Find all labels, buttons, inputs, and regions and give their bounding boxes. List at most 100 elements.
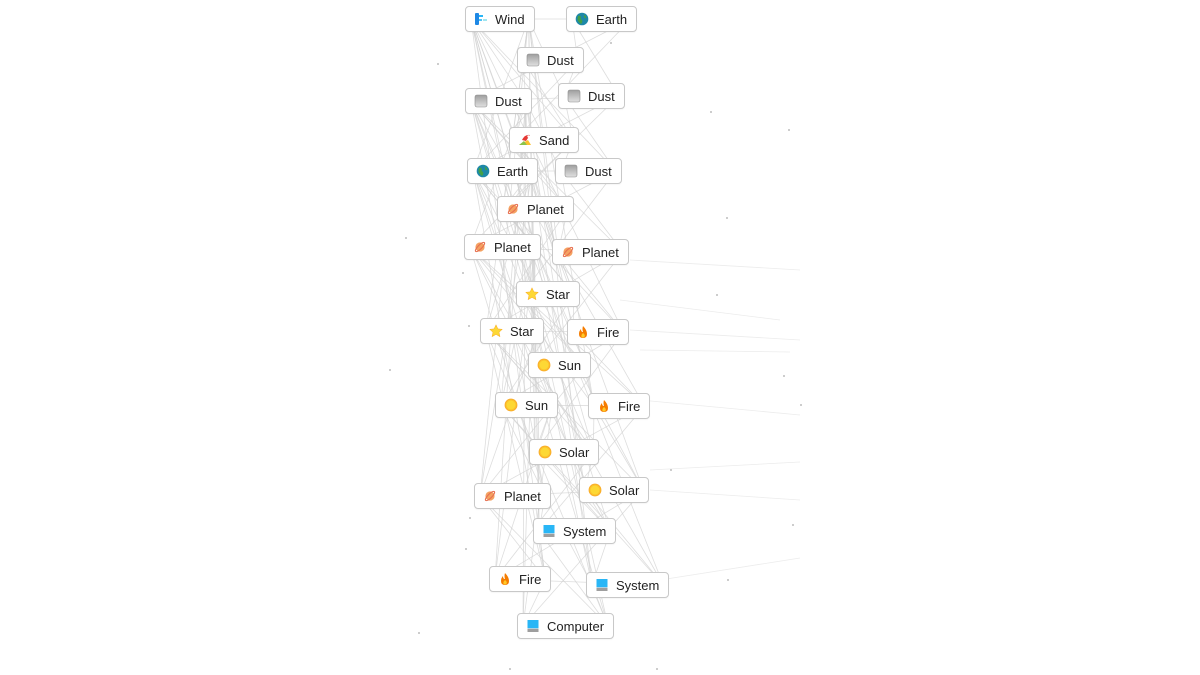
element-label: Planet [582, 244, 619, 260]
element-computer[interactable]: Computer [517, 613, 615, 639]
element-label: Star [546, 286, 570, 302]
particle-dot [437, 63, 439, 65]
connection-line [494, 451, 594, 580]
crafting-canvas[interactable]: Wind Earth Dust Dust Dust Sand Earth Dus… [0, 0, 1200, 675]
particle-dot [726, 217, 728, 219]
element-label: Planet [494, 239, 531, 255]
element-label: Dust [547, 52, 574, 68]
particle-dot [656, 668, 658, 670]
element-sun[interactable]: Sun [495, 392, 559, 418]
connection-line [533, 251, 624, 366]
element-label: Computer [547, 618, 605, 634]
element-label: Planet [527, 201, 564, 217]
connection-line [629, 329, 801, 341]
particle-dot [468, 325, 470, 327]
connection-line [472, 170, 575, 295]
element-label: Fire [618, 398, 641, 414]
element-system[interactable]: System [533, 518, 617, 544]
element-star[interactable]: Star [480, 318, 544, 344]
particle-dot [509, 668, 511, 670]
particle-dot [792, 524, 794, 526]
particle-dot [418, 632, 420, 634]
element-dust[interactable]: Dust [555, 158, 622, 184]
star-icon [489, 324, 503, 338]
element-fire[interactable]: Fire [567, 319, 630, 345]
element-planet[interactable]: Planet [464, 234, 541, 260]
earth-icon [575, 12, 589, 26]
connection-line [531, 170, 540, 532]
element-label: Dust [495, 93, 522, 109]
element-label: Dust [588, 88, 615, 104]
element-wind[interactable]: Wind [465, 6, 535, 32]
connection-line [522, 489, 644, 627]
element-dust[interactable]: Dust [558, 83, 625, 109]
element-solar[interactable]: Solar [579, 477, 650, 503]
dust-icon [526, 53, 540, 67]
element-fire[interactable]: Fire [588, 393, 651, 419]
fire-icon [498, 572, 512, 586]
element-label: System [616, 577, 660, 593]
connection-line [479, 495, 609, 627]
computer-icon [595, 578, 609, 592]
wind-icon [474, 12, 488, 26]
element-planet[interactable]: Planet [497, 196, 574, 222]
element-label: Fire [597, 324, 620, 340]
connection-line [514, 18, 632, 141]
element-planet[interactable]: Planet [474, 483, 551, 509]
element-earth[interactable]: Earth [566, 6, 638, 32]
connection-line [470, 18, 574, 141]
connection-line [485, 208, 569, 332]
dust-icon [474, 94, 488, 108]
connection-line [469, 139, 574, 248]
element-planet[interactable]: Planet [552, 239, 629, 265]
dust-icon [567, 89, 581, 103]
connection-line [479, 364, 586, 497]
particle-dot [716, 294, 718, 296]
particle-dot [800, 404, 802, 406]
fire-icon [576, 325, 590, 339]
sun-icon [588, 483, 602, 497]
sun-icon [538, 445, 552, 459]
star-icon [525, 287, 539, 301]
element-label: Wind [495, 11, 525, 27]
element-dust[interactable]: Dust [465, 88, 532, 114]
element-label: Planet [504, 488, 541, 504]
element-label: Solar [559, 444, 590, 460]
element-dust[interactable]: Dust [517, 47, 584, 73]
element-label: Fire [519, 571, 542, 587]
sand-icon [518, 133, 532, 147]
particle-dot [405, 237, 407, 239]
element-label: System [563, 523, 607, 539]
connection-line [521, 170, 617, 295]
element-system[interactable]: System [586, 572, 670, 598]
particle-dot [465, 548, 467, 550]
element-label: Sand [539, 132, 570, 148]
element-label: Solar [609, 482, 640, 498]
element-star[interactable]: Star [516, 281, 580, 307]
sun-icon [537, 358, 551, 372]
connection-line [500, 293, 575, 406]
connection-line [639, 349, 791, 353]
element-sand[interactable]: Sand [509, 127, 580, 153]
connection-line [659, 557, 801, 581]
element-solar[interactable]: Solar [529, 439, 600, 465]
particle-dot [670, 469, 672, 471]
connection-line [649, 489, 801, 501]
connection-line [500, 404, 611, 532]
particle-dot [788, 129, 790, 131]
element-label: Earth [497, 163, 529, 179]
element-fire[interactable]: Fire [489, 566, 552, 592]
particle-dot [462, 272, 464, 274]
planet-icon [483, 489, 497, 503]
connection-line [472, 59, 579, 172]
computer-icon [526, 619, 540, 633]
planet-icon [473, 240, 487, 254]
connection-line [470, 100, 569, 210]
element-label: Earth [596, 11, 628, 27]
particle-dot [783, 375, 785, 377]
connection-line [629, 259, 801, 271]
fire-icon [597, 399, 611, 413]
planet-icon [561, 245, 575, 259]
element-earth[interactable]: Earth [467, 158, 539, 184]
element-sun[interactable]: Sun [528, 352, 592, 378]
